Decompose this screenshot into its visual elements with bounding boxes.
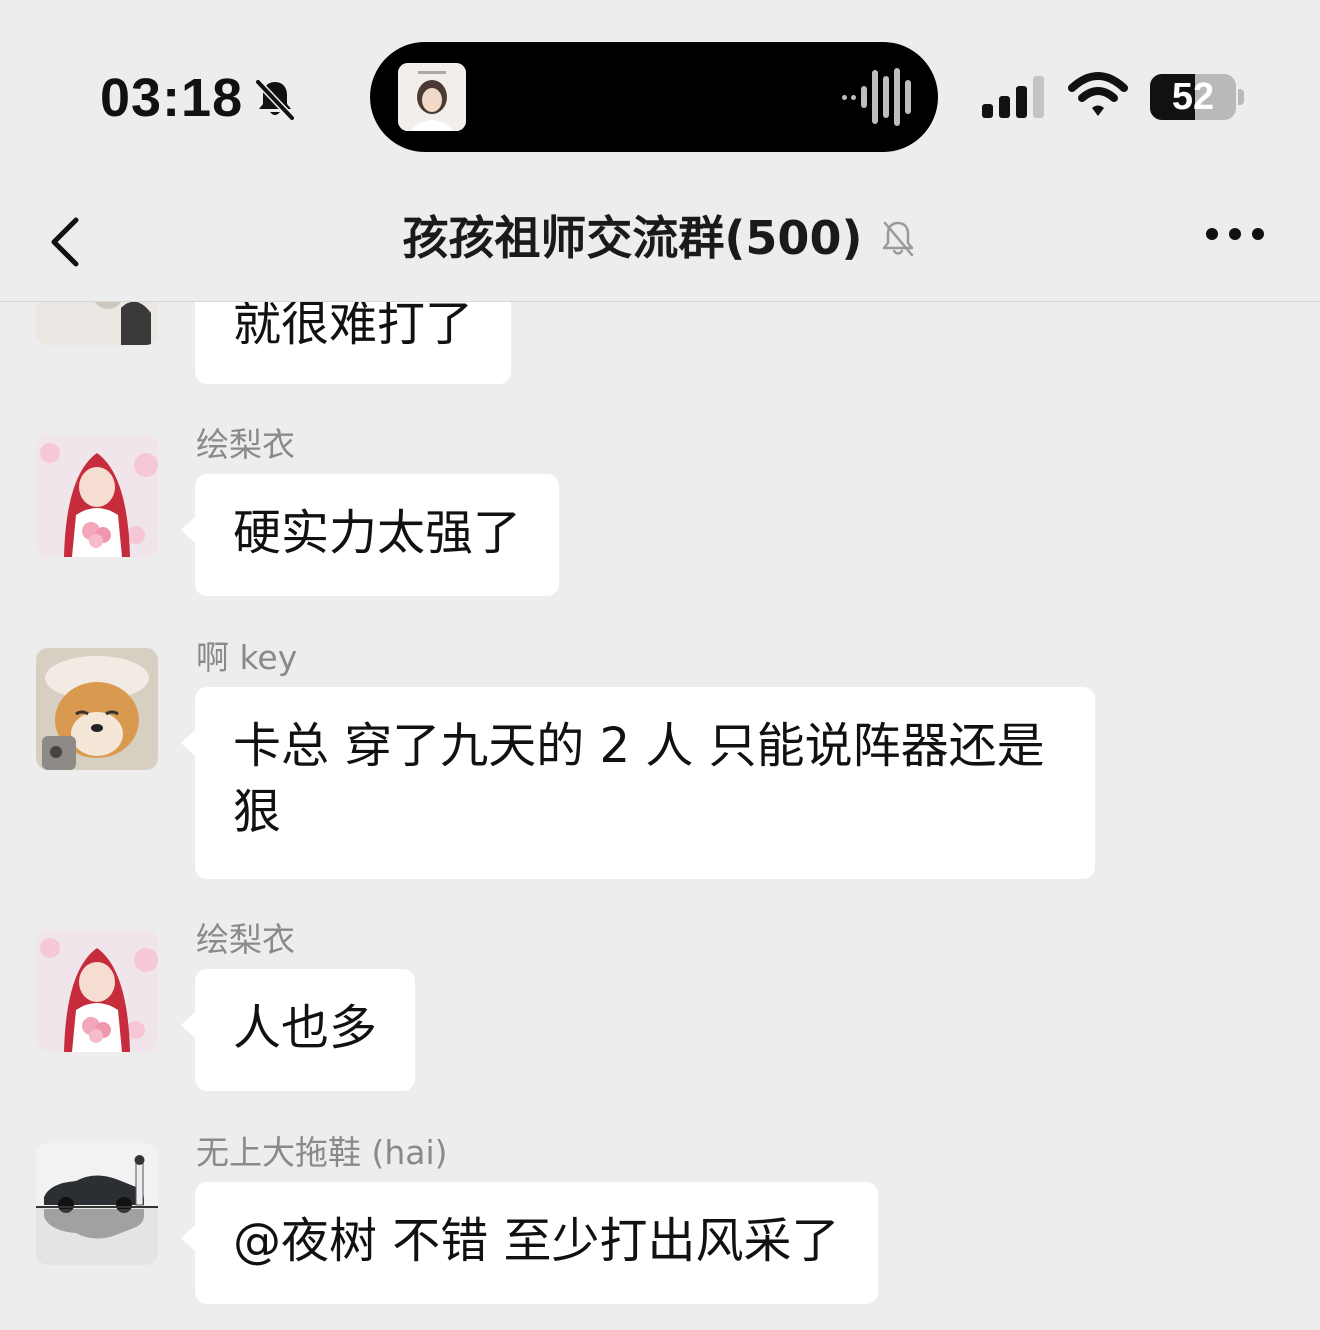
shiba-dog-avatar[interactable] — [36, 648, 158, 770]
muted-bell-icon — [882, 221, 913, 257]
message-bubble[interactable]: 人也多 — [180, 969, 416, 1091]
status-bar: 03:18 52 — [0, 0, 1320, 180]
message-list[interactable]: 就很难打了 绘梨衣 硬实力太强了 啊 key 卡总 穿了九天的 2 人 只能说阵… — [0, 301, 1320, 1330]
battery-indicator: 52 — [1150, 74, 1246, 120]
message-bubble[interactable]: @夜树 不错 至少打出风采了 — [181, 1182, 878, 1304]
car-avatar[interactable] — [36, 1143, 158, 1265]
battery-level: 52 — [1171, 76, 1215, 118]
message-bubble[interactable]: 卡总 穿了九天的 2 人 只能说阵器还是狠 — [181, 687, 1095, 879]
message-text: 就很难打了 — [233, 301, 474, 352]
sender-name: 绘梨衣 — [196, 920, 295, 959]
message-item: 绘梨衣 人也多 — [0, 916, 1320, 1096]
back-arrow-icon[interactable] — [36, 202, 106, 282]
cellular-signal-icon — [982, 76, 1044, 118]
audio-waveform-icon — [842, 68, 911, 126]
status-time: 03:18 — [100, 68, 244, 128]
now-playing-artwork — [398, 63, 466, 131]
anime-girl-avatar[interactable] — [36, 930, 158, 1052]
message-bubble[interactable]: 硬实力太强了 — [180, 474, 560, 596]
bell-slash-icon — [255, 79, 295, 121]
message-bubble[interactable]: 就很难打了 — [195, 301, 512, 384]
message-text: 卡总 穿了九天的 2 人 只能说阵器还是狠 — [233, 718, 1045, 840]
more-options-icon[interactable] — [1200, 212, 1270, 256]
plush-bear-avatar[interactable] — [36, 301, 158, 345]
message-item: 无上大拖鞋 (hai) @夜树 不错 至少打出风采了 — [0, 1129, 1320, 1319]
message-text: 硬实力太强了 — [233, 505, 522, 561]
anime-girl-avatar[interactable] — [36, 435, 158, 557]
message-item: 绘梨衣 硬实力太强了 — [0, 421, 1320, 601]
wifi-icon — [1068, 72, 1128, 116]
sender-name: 啊 key — [196, 638, 298, 677]
dynamic-island[interactable] — [370, 42, 938, 152]
message-text: 人也多 — [233, 1000, 378, 1056]
chat-title: 孩孩祖师交流群(500) — [402, 211, 863, 265]
chat-header: 孩孩祖师交流群(500) — [0, 180, 1320, 302]
message-item: 就很难打了 — [0, 301, 1320, 386]
sender-name: 绘梨衣 — [196, 425, 295, 464]
sender-name: 无上大拖鞋 (hai) — [196, 1133, 448, 1172]
message-text: @夜树 不错 至少打出风采了 — [233, 1213, 840, 1269]
chat-title-area[interactable]: 孩孩祖师交流群(500) — [260, 208, 1060, 268]
message-item: 啊 key 卡总 穿了九天的 2 人 只能说阵器还是狠 — [0, 634, 1320, 884]
